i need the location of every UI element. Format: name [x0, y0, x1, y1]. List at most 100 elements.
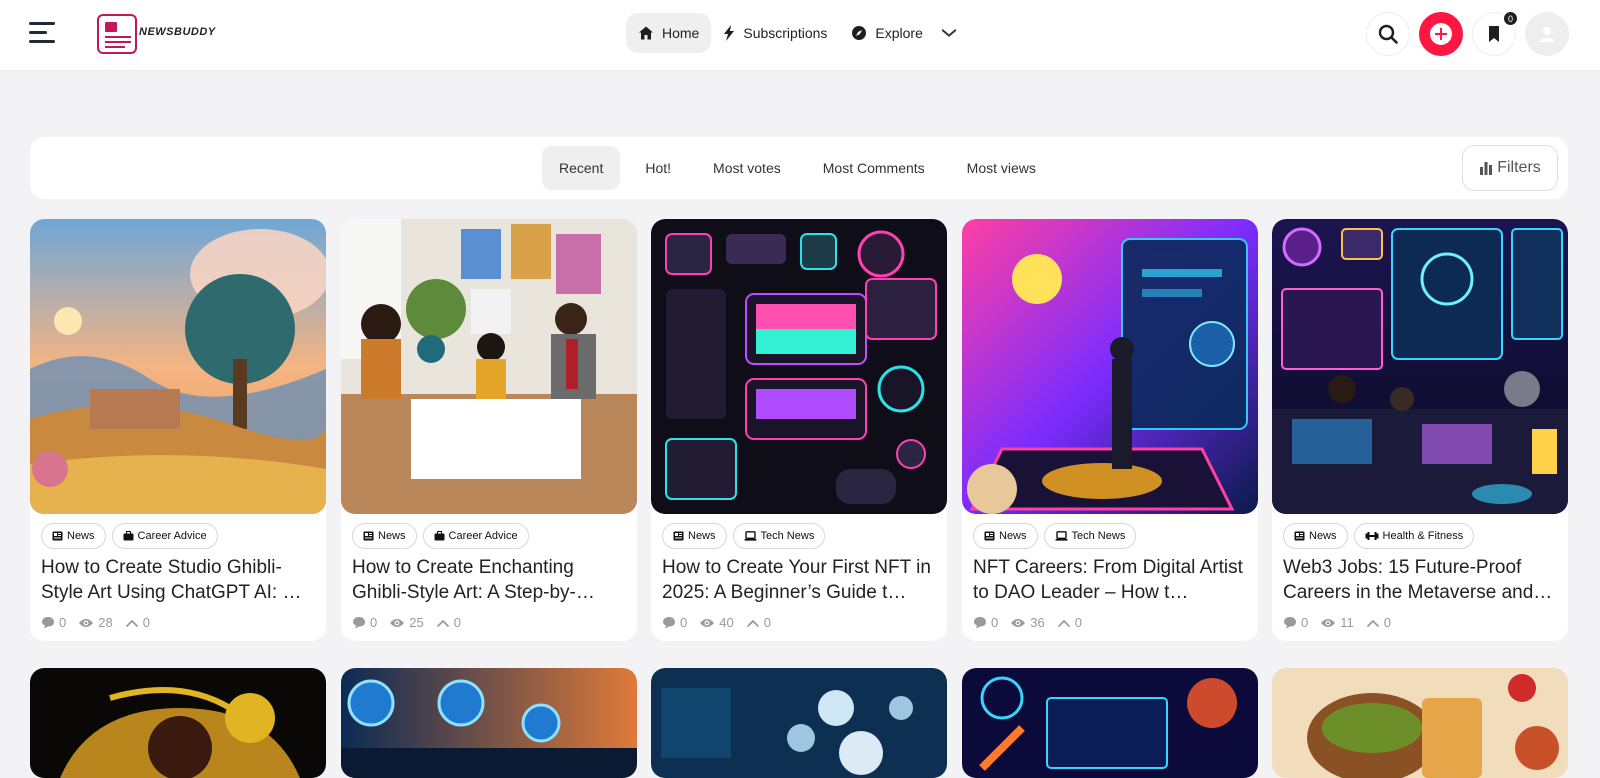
vote-count: 0 — [1074, 615, 1082, 630]
comment-count: 0 — [1301, 615, 1309, 630]
post-thumbnail[interactable] — [962, 668, 1258, 778]
post-card[interactable]: News Tech News How to Create Your First … — [651, 219, 947, 641]
tag-chip[interactable]: Career Advice — [422, 523, 529, 549]
main-nav: Home Subscriptions Explore — [626, 13, 965, 53]
post-card[interactable]: News Career Advice How to Create Enchant… — [341, 219, 637, 641]
post-card[interactable] — [1272, 668, 1568, 778]
search-icon — [1378, 24, 1398, 44]
eye-icon — [700, 618, 715, 627]
upvote-icon — [1366, 619, 1379, 627]
post-title[interactable]: How to Create Enchanting Ghibli-Style Ar… — [352, 555, 628, 607]
bookmark-count-badge: 0 — [1502, 10, 1519, 27]
tab-hot[interactable]: Hot! — [628, 146, 688, 190]
laptop-icon — [744, 531, 757, 541]
nav-subscriptions[interactable]: Subscriptions — [711, 13, 839, 53]
create-post-button[interactable] — [1419, 12, 1463, 56]
comment-icon — [42, 617, 54, 629]
post-tags: News Tech News — [662, 523, 831, 549]
post-card[interactable] — [341, 668, 637, 778]
vote-count: 0 — [1383, 615, 1391, 630]
post-thumbnail[interactable] — [962, 219, 1258, 514]
view-count: 40 — [719, 615, 734, 630]
sort-bar: Recent Hot! Most votes Most Comments Mos… — [30, 137, 1568, 199]
post-title[interactable]: Web3 Jobs: 15 Future-Proof Careers in th… — [1283, 555, 1559, 607]
post-thumbnail[interactable] — [651, 219, 947, 514]
compass-icon — [852, 26, 867, 40]
nav-explore[interactable]: Explore — [839, 13, 934, 53]
post-card[interactable]: News Career Advice How to Create Studio … — [30, 219, 326, 641]
upvote-icon — [436, 619, 449, 627]
newspaper-icon — [673, 531, 684, 541]
comment-count: 0 — [680, 615, 688, 630]
post-card[interactable] — [651, 668, 947, 778]
bookmarks-button[interactable]: 0 — [1472, 10, 1519, 56]
tag-chip[interactable]: Health & Fitness — [1353, 523, 1475, 549]
nav-more-dropdown[interactable] — [935, 13, 965, 53]
filters-label: Filters — [1497, 159, 1541, 176]
post-thumbnail[interactable] — [651, 668, 947, 778]
post-thumbnail[interactable] — [1272, 668, 1568, 778]
tag-chip[interactable]: News — [41, 523, 106, 549]
post-thumbnail[interactable] — [1272, 219, 1568, 514]
nav-explore-label: Explore — [875, 25, 923, 41]
view-count: 28 — [98, 615, 113, 630]
nav-home[interactable]: Home — [626, 13, 712, 53]
post-card[interactable]: News Health & Fitness Web3 Jobs: 15 Futu… — [1272, 219, 1568, 641]
logo-text[interactable]: NEWSBUDDY — [139, 26, 216, 38]
post-title[interactable]: How to Create Your First NFT in 2025: A … — [662, 555, 938, 607]
dumbbell-icon — [1365, 532, 1379, 540]
comment-icon — [974, 617, 986, 629]
upvote-icon — [746, 619, 759, 627]
post-stats: 0 36 0 — [973, 615, 1094, 630]
user-avatar-button[interactable] — [1525, 12, 1569, 56]
tag-chip[interactable]: News — [973, 523, 1038, 549]
nav-subscriptions-label: Subscriptions — [743, 25, 828, 41]
comment-icon — [1284, 617, 1296, 629]
search-button[interactable] — [1366, 12, 1410, 56]
vote-count: 0 — [763, 615, 771, 630]
post-thumbnail[interactable] — [30, 668, 326, 778]
filters-button[interactable]: Filters — [1462, 145, 1558, 191]
tab-recent[interactable]: Recent — [542, 146, 621, 190]
tag-chip[interactable]: Tech News — [1043, 523, 1137, 549]
eye-icon — [390, 618, 405, 627]
post-card[interactable] — [962, 668, 1258, 778]
newspaper-icon — [1294, 531, 1305, 541]
tag-chip[interactable]: Career Advice — [111, 523, 218, 549]
comment-icon — [353, 617, 365, 629]
post-card[interactable]: News Tech News NFT Careers: From Digital… — [962, 219, 1258, 641]
eye-icon — [1321, 618, 1336, 627]
post-thumbnail[interactable] — [341, 219, 637, 514]
top-navigation-bar: NEWSBUDDY Home Subscriptions Explore 0 — [0, 0, 1600, 71]
tab-most-views[interactable]: Most views — [950, 146, 1053, 190]
chevron-down-icon — [941, 29, 957, 37]
upvote-icon — [1057, 619, 1070, 627]
tab-most-votes[interactable]: Most votes — [696, 146, 798, 190]
newspaper-icon — [52, 531, 63, 541]
post-card[interactable] — [30, 668, 326, 778]
post-title[interactable]: NFT Careers: From Digital Artist to DAO … — [973, 555, 1249, 607]
bookmark-icon — [1489, 26, 1499, 42]
eye-icon — [1011, 618, 1026, 627]
menu-icon[interactable] — [29, 22, 57, 44]
post-title[interactable]: How to Create Studio Ghibli-Style Art Us… — [41, 555, 317, 607]
post-stats: 0 11 0 — [1283, 615, 1403, 630]
home-icon — [639, 26, 653, 40]
bar-chart-icon — [1480, 162, 1493, 175]
post-stats: 0 28 0 — [41, 615, 162, 630]
tag-chip[interactable]: News — [662, 523, 727, 549]
sort-tabs: Recent Hot! Most votes Most Comments Mos… — [542, 146, 1061, 190]
comment-count: 0 — [991, 615, 999, 630]
briefcase-icon — [434, 531, 445, 541]
upvote-icon — [125, 619, 138, 627]
tag-chip[interactable]: Tech News — [732, 523, 826, 549]
tag-chip[interactable]: News — [352, 523, 417, 549]
tab-most-comments[interactable]: Most Comments — [806, 146, 942, 190]
post-thumbnail[interactable] — [341, 668, 637, 778]
newsbuddy-logo[interactable] — [97, 14, 137, 54]
post-stats: 0 25 0 — [352, 615, 473, 630]
eye-icon — [79, 618, 94, 627]
post-thumbnail[interactable] — [30, 219, 326, 514]
tag-chip[interactable]: News — [1283, 523, 1348, 549]
post-tags: News Career Advice — [352, 523, 535, 549]
